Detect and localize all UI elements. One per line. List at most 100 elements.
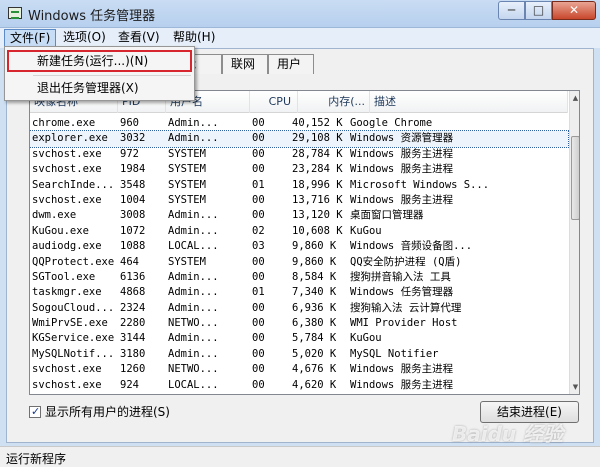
table-row[interactable]: explorer.exe 3032 Admin... 00 29,108 K Window… <box>30 130 569 148</box>
process-name-cell: svchost.exe <box>32 363 102 376</box>
title-bar: Windows 任务管理器 ─ □ ✕ <box>0 0 600 28</box>
process-description-cell: Windows 服务主进程 <box>350 163 454 176</box>
process-cpu-cell: 00 <box>252 347 265 360</box>
process-cpu-cell: 00 <box>252 132 265 145</box>
process-cpu-cell: 02 <box>252 224 265 237</box>
process-user-cell: LOCAL... <box>168 240 219 253</box>
table-row[interactable]: audiodg.exe 1088 LOCAL... 03 9,860 K Windows … <box>30 239 568 254</box>
file-menu-dropdown: 新建任务(运行...)(N) 退出任务管理器(X) <box>4 46 195 101</box>
process-description-cell: Windows 任务管理器 <box>350 286 454 299</box>
table-row[interactable]: WmiPrvSE.exe 2280 NETWO... 00 6,380 K WMI Pro… <box>30 316 568 331</box>
column-description[interactable]: 描述 <box>370 91 568 113</box>
process-user-cell: SYSTEM <box>168 178 206 191</box>
process-pid-cell: 1088 <box>120 240 146 253</box>
process-description-cell: Windows 资源管理器 <box>350 132 454 145</box>
process-name-cell: svchost.exe <box>32 378 102 391</box>
process-list[interactable]: 映像名称 PID 用户名 CPU 内存(... 描述 chrome.exe 960… <box>29 90 580 395</box>
process-pid-cell: 2280 <box>120 317 146 330</box>
process-pid-cell: 3548 <box>120 178 146 191</box>
process-description-cell: Windows 服务主进程 <box>350 378 454 391</box>
tab-users[interactable]: 用户 <box>268 54 314 74</box>
process-name-cell: svchost.exe <box>32 193 102 206</box>
menu-file[interactable]: 文件(F) <box>4 29 57 47</box>
scroll-up-arrow-icon[interactable]: ▲ <box>570 91 579 105</box>
menu-help[interactable]: 帮助(H) <box>168 29 220 47</box>
process-user-cell: NETWO... <box>168 317 219 330</box>
status-bar: 运行新程序 <box>0 446 600 467</box>
process-name-cell: explorer.exe <box>32 132 108 145</box>
table-row[interactable]: SGTool.exe 6136 Admin... 00 8,584 K 搜狗拼音输入法 工… <box>30 270 568 285</box>
process-pid-cell: 1984 <box>120 163 146 176</box>
table-row[interactable]: SogouCloud... 2324 Admin... 00 6,936 K 搜狗输入法 … <box>30 301 568 316</box>
table-row[interactable]: KuGou.exe 1072 Admin... 02 10,608 K KuGou <box>30 224 568 239</box>
process-user-cell: Admin... <box>168 301 219 314</box>
maximize-button[interactable]: □ <box>525 1 552 20</box>
process-name-cell: SGTool.exe <box>32 270 96 283</box>
table-row[interactable]: dwm.exe 3008 Admin... 00 13,120 K 桌面窗口管理器 <box>30 208 568 223</box>
table-row[interactable]: SearchInde... 3548 SYSTEM 01 18,996 K Microso… <box>30 178 568 193</box>
process-cpu-cell: 00 <box>252 363 265 376</box>
process-user-cell: LOCAL... <box>168 378 219 391</box>
process-cpu-cell: 00 <box>252 332 265 345</box>
show-all-users-checkbox[interactable] <box>29 404 41 420</box>
table-row[interactable]: QQProtect.exe 464 SYSTEM 00 9,860 K QQ安全防护进程 … <box>30 255 568 270</box>
menu-item-new-task[interactable]: 新建任务(运行...)(N) <box>7 50 192 72</box>
process-description-cell: 搜狗拼音输入法 工具 <box>350 270 451 283</box>
tab-performance[interactable]: 能 <box>192 54 222 74</box>
scroll-down-arrow-icon[interactable]: ▼ <box>570 380 579 394</box>
menu-bar: 文件(F) 选项(O) 查看(V) 帮助(H) <box>0 28 600 48</box>
status-text: 运行新程序 <box>6 452 67 466</box>
scroll-thumb[interactable] <box>571 136 579 220</box>
process-pid-cell: 1004 <box>120 193 146 206</box>
show-all-users-label: 显示所有用户的进程(S) <box>45 405 170 419</box>
process-cpu-cell: 00 <box>252 209 265 222</box>
menu-options[interactable]: 选项(O) <box>58 29 111 47</box>
process-name-cell: MySQLNotif... <box>32 347 115 360</box>
menu-view[interactable]: 查看(V) <box>113 29 165 47</box>
process-user-cell: Admin... <box>168 286 219 299</box>
table-row[interactable]: svchost.exe 972 SYSTEM 00 28,784 K Windows 服务… <box>30 147 568 162</box>
process-cpu-cell: 00 <box>252 193 265 206</box>
process-pid-cell: 960 <box>120 117 139 129</box>
process-pid-cell: 3180 <box>120 347 146 360</box>
process-description-cell: WMI Provider Host <box>350 317 458 330</box>
process-cpu-cell: 03 <box>252 240 265 253</box>
column-cpu[interactable]: CPU <box>250 91 298 113</box>
table-row[interactable]: svchost.exe 1260 NETWO... 00 4,676 K Windows … <box>30 362 568 377</box>
process-pid-cell: 972 <box>120 147 139 160</box>
process-cpu-cell: 01 <box>252 286 265 299</box>
process-description-cell: 桌面窗口管理器 <box>350 209 424 222</box>
process-description-cell: Windows 服务主进程 <box>350 193 454 206</box>
table-row[interactable]: KGService.exe 3144 Admin... 00 5,784 K KuGou <box>30 331 568 346</box>
table-row[interactable]: MySQLNotif... 3180 Admin... 00 5,020 K MySQL … <box>30 347 568 362</box>
process-user-cell: Admin... <box>168 270 219 283</box>
process-name-cell: svchost.exe <box>32 163 102 176</box>
table-row[interactable]: chrome.exe 960 Admin... 00 40,152 K Google Ch… <box>30 116 568 131</box>
table-row[interactable]: svchost.exe 924 LOCAL... 00 4,620 K Windows 服… <box>30 378 568 393</box>
table-row[interactable]: svchost.exe 1004 SYSTEM 00 13,716 K Windows 服… <box>30 193 568 208</box>
process-name-cell: QQProtect.exe <box>32 255 115 268</box>
process-pid-cell: 3144 <box>120 332 146 345</box>
process-name-cell: KGService.exe <box>32 332 115 345</box>
watermark: Baidu 经验 <box>452 422 564 446</box>
column-memory[interactable]: 内存(... <box>298 91 370 113</box>
process-user-cell: Admin... <box>168 132 219 145</box>
process-name-cell: WmiPrvSE.exe <box>32 317 108 330</box>
process-name-cell: KuGou.exe <box>32 224 89 237</box>
process-name-cell: audiodg.exe <box>32 240 102 253</box>
menu-item-exit[interactable]: 退出任务管理器(X) <box>7 77 192 99</box>
minimize-button[interactable]: ─ <box>498 1 525 20</box>
process-user-cell: Admin... <box>168 332 219 345</box>
process-name-cell: SearchInde... <box>32 178 115 191</box>
process-user-cell: SYSTEM <box>168 163 206 176</box>
table-row[interactable]: taskmgr.exe 4868 Admin... 01 7,340 K Windows … <box>30 285 568 300</box>
vertical-scrollbar[interactable]: ▲ ▼ <box>569 91 579 394</box>
table-row[interactable]: svchost.exe 1984 SYSTEM 00 23,284 K Windows 服… <box>30 162 568 177</box>
process-name-cell: dwm.exe <box>32 209 77 222</box>
process-description-cell: KuGou <box>350 224 382 237</box>
tab-networking[interactable]: 联网 <box>222 54 268 74</box>
process-description-cell: Microsoft Windows S... <box>350 178 490 191</box>
close-button[interactable]: ✕ <box>552 1 596 20</box>
process-cpu-cell: 00 <box>252 270 265 283</box>
process-pid-cell: 464 <box>120 255 139 268</box>
